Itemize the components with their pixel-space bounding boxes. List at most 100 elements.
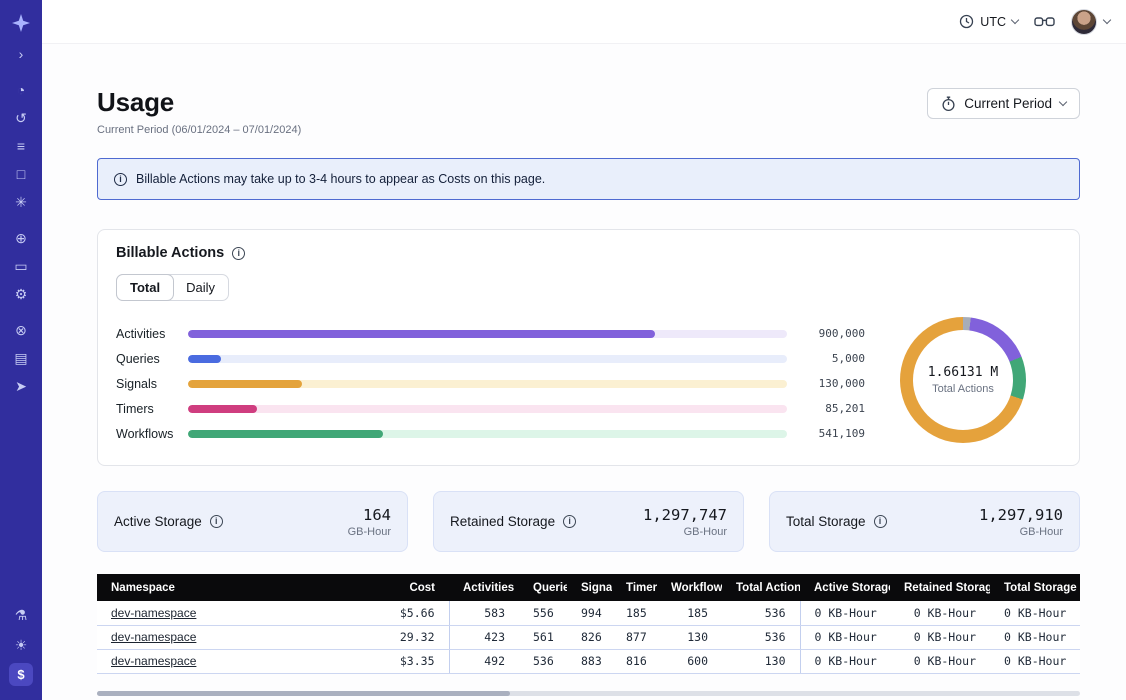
tab-total[interactable]: Total bbox=[116, 274, 174, 301]
cell: 130 bbox=[657, 625, 722, 649]
info-icon[interactable]: i bbox=[563, 515, 576, 528]
donut-wrap: 1.66131 M Total Actions bbox=[865, 315, 1061, 446]
stat-label-wrap: Active Storagei bbox=[114, 514, 223, 529]
cell: 0 KB-Hour bbox=[990, 649, 1080, 673]
scrollbar-thumb[interactable] bbox=[97, 691, 510, 696]
billable-actions-card: Billable Actions i TotalDaily Activities… bbox=[97, 229, 1080, 466]
billable-bars: Activities900,000Queries5,000Signals130,… bbox=[116, 315, 865, 446]
info-icon[interactable]: i bbox=[210, 515, 223, 528]
cell: 561 bbox=[519, 625, 567, 649]
sidebar-item-docs-icon[interactable]: ▤ bbox=[9, 346, 33, 369]
info-icon[interactable]: i bbox=[874, 515, 887, 528]
sidebar-item-deployments-icon[interactable]: □ bbox=[9, 162, 33, 185]
page-title: Usage bbox=[97, 86, 301, 118]
cell: 883 bbox=[567, 649, 612, 673]
sidebar-item-usage-icon[interactable]: $ bbox=[9, 663, 33, 686]
cell: 423 bbox=[449, 625, 519, 649]
cell: 536 bbox=[722, 601, 800, 625]
period-selector-label: Current Period bbox=[964, 96, 1052, 111]
goggles-icon bbox=[1034, 15, 1055, 29]
sidebar-item-billing-card-icon[interactable]: ▭ bbox=[9, 254, 33, 277]
cell: 0 KB-Hour bbox=[890, 601, 990, 625]
stat-value: 1,297,747 bbox=[643, 506, 727, 524]
bar-fill bbox=[188, 430, 383, 438]
bar-label: Queries bbox=[116, 352, 188, 366]
namespace-link[interactable]: dev-namespace bbox=[111, 654, 196, 668]
card-title: Billable Actions bbox=[116, 245, 224, 261]
clock-icon bbox=[959, 14, 974, 29]
info-icon[interactable]: i bbox=[232, 247, 245, 260]
cell: 816 bbox=[612, 649, 657, 673]
cell: 877 bbox=[612, 625, 657, 649]
horizontal-scrollbar[interactable] bbox=[97, 691, 1080, 696]
cell: 492 bbox=[449, 649, 519, 673]
stat-card-retained-storage: Retained Storage i 1,297,747 GB-Hour bbox=[433, 491, 744, 552]
sidebar-item-workflows-icon[interactable]: ◔ bbox=[9, 78, 33, 101]
stat-value-wrap: 1,297,910GB-Hour bbox=[979, 506, 1063, 538]
app-logo-icon[interactable] bbox=[8, 10, 34, 36]
cell: 994 bbox=[567, 601, 612, 625]
bar-row-timers: Timers85,201 bbox=[116, 396, 865, 421]
sidebar-item-close-circle-icon[interactable]: ⊗ bbox=[9, 318, 33, 341]
stat-label-wrap: Retained Storage i bbox=[450, 514, 576, 529]
bar-value: 900,000 bbox=[801, 327, 865, 340]
donut-center: 1.66131 M Total Actions bbox=[900, 317, 1026, 443]
sidebar-item-theme-icon[interactable]: ☀ bbox=[9, 633, 33, 656]
total-actions-donut: 1.66131 M Total Actions bbox=[900, 317, 1026, 443]
sidebar-item-schedules-icon[interactable]: ↺ bbox=[9, 106, 33, 129]
cell: 0 KB-Hour bbox=[990, 625, 1080, 649]
chevron-down-icon bbox=[1059, 98, 1067, 106]
cell: $3.35 bbox=[344, 649, 449, 673]
sidebar-group-bottom: ⚗ ☀ $ bbox=[9, 603, 33, 686]
column-header-cost: Cost bbox=[344, 574, 449, 601]
bar-label: Activities bbox=[116, 327, 188, 341]
user-menu[interactable] bbox=[1071, 9, 1110, 35]
cell: 185 bbox=[657, 601, 722, 625]
topbar: UTC bbox=[42, 0, 1126, 44]
period-selector-button[interactable]: Current Period bbox=[927, 88, 1080, 119]
namespace-link[interactable]: dev-namespace bbox=[111, 606, 196, 620]
timezone-selector[interactable]: UTC bbox=[959, 14, 1018, 29]
support-button[interactable] bbox=[1034, 15, 1055, 29]
cell: 600 bbox=[657, 649, 722, 673]
cell: 29.32 bbox=[344, 625, 449, 649]
stat-unit: GB-Hour bbox=[643, 526, 727, 538]
billable-tabs: TotalDaily bbox=[116, 274, 229, 301]
bar-track bbox=[188, 430, 787, 438]
tab-daily[interactable]: Daily bbox=[173, 275, 228, 300]
stat-label: Retained Storage bbox=[450, 514, 555, 529]
stat-label: Total Storage bbox=[786, 514, 866, 529]
sidebar-item-stack-icon[interactable]: ≡ bbox=[9, 134, 33, 157]
storage-stats: Active Storagei164GB-HourRetained Storag… bbox=[97, 491, 1080, 552]
column-header-retained-storage: Retained Storage bbox=[890, 574, 990, 601]
sidebar-item-expand-icon[interactable]: › bbox=[9, 42, 33, 65]
sidebar-item-settings-icon[interactable]: ⚙ bbox=[9, 282, 33, 305]
timezone-label: UTC bbox=[980, 15, 1006, 29]
cell: 0 KB-Hour bbox=[990, 601, 1080, 625]
donut-total-value: 1.66131 M bbox=[928, 365, 998, 380]
info-banner: i Billable Actions may take up to 3-4 ho… bbox=[97, 158, 1080, 200]
sidebar-group-g2: ⊕ ▭ ⚙ bbox=[9, 226, 33, 305]
cell: 536 bbox=[722, 625, 800, 649]
stat-unit: GB-Hour bbox=[348, 526, 391, 538]
bar-track bbox=[188, 355, 787, 363]
stat-value: 164 bbox=[348, 506, 391, 524]
main-content: UTC Usage Current Period (06/01/2024 – 0… bbox=[42, 0, 1126, 700]
bar-track bbox=[188, 330, 787, 338]
stat-card-active-storage: Active Storagei 164 GB-Hour bbox=[97, 491, 408, 552]
column-header-total-actions: Total Actions bbox=[722, 574, 800, 601]
column-header-workflows: Workflows bbox=[657, 574, 722, 601]
avatar bbox=[1071, 9, 1097, 35]
bar-label: Workflows bbox=[116, 427, 188, 441]
namespace-link[interactable]: dev-namespace bbox=[111, 630, 196, 644]
bar-fill bbox=[188, 380, 302, 388]
column-header-active-storage: Active Storage bbox=[800, 574, 890, 601]
bar-row-workflows: Workflows541,109 bbox=[116, 421, 865, 446]
sidebar-item-getting-started-icon[interactable]: ➤ bbox=[9, 374, 33, 397]
column-header-timers: Timers bbox=[612, 574, 657, 601]
sidebar-item-globe-icon[interactable]: ⊕ bbox=[9, 226, 33, 249]
sidebar-item-nexus-icon[interactable]: ✳ bbox=[9, 190, 33, 213]
sidebar-item-labs-icon[interactable]: ⚗ bbox=[9, 603, 33, 626]
sidebar-group-g0: › bbox=[9, 42, 33, 65]
bar-fill bbox=[188, 330, 655, 338]
